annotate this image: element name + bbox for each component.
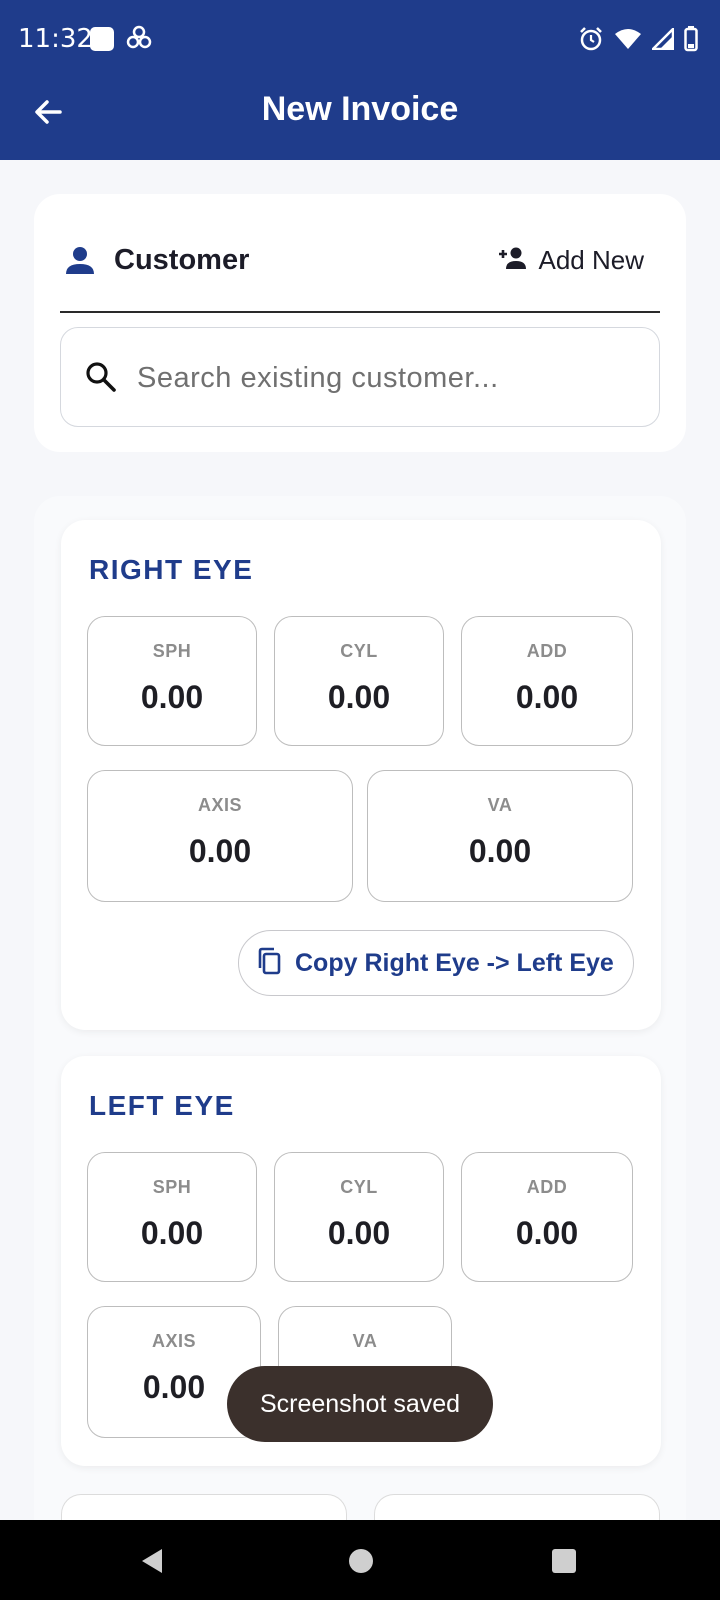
field-label: CYL: [340, 1177, 378, 1197]
field-label: VA: [487, 795, 513, 815]
copy-label: Copy Right Eye -> Left Eye: [295, 948, 614, 977]
nav-recents-icon[interactable]: [552, 1549, 576, 1573]
customer-title: Customer: [114, 244, 250, 276]
notification-icon: [90, 27, 114, 51]
customer-search-box[interactable]: [60, 327, 660, 427]
pinwheel-icon: [125, 24, 153, 57]
right-sph-field[interactable]: SPH 0.00: [87, 616, 257, 746]
status-time: 11:32: [18, 24, 93, 54]
nav-back-icon[interactable]: [140, 1548, 164, 1579]
field-value: 0.00: [327, 1215, 391, 1251]
field-label: AXIS: [151, 1331, 196, 1351]
wifi-icon: [614, 27, 642, 56]
field-label: CYL: [340, 641, 378, 661]
right-va-field[interactable]: VA 0.00: [367, 770, 633, 902]
add-new-label: Add New: [538, 244, 645, 275]
app-header: 11:32 New Invoice: [0, 0, 720, 160]
battery-icon: [684, 26, 698, 57]
search-icon: [85, 361, 117, 398]
right-eye-card: RIGHT EYE SPH 0.00 CYL 0.00 ADD 0.00 AXI…: [61, 520, 661, 1030]
status-icons: [578, 25, 698, 57]
field-label: SPH: [152, 641, 192, 661]
page-title: New Invoice: [261, 90, 459, 128]
alarm-icon: [578, 26, 604, 57]
field-value: 0.00: [468, 833, 532, 869]
add-new-customer-button[interactable]: Add New: [497, 240, 645, 280]
field-label: AXIS: [197, 795, 242, 815]
field-value: 0.00: [140, 1215, 204, 1251]
field-label: ADD: [526, 1177, 568, 1197]
copy-icon: [257, 947, 283, 980]
field-label: VA: [352, 1331, 378, 1351]
field-label: ADD: [526, 641, 568, 661]
left-cyl-field[interactable]: CYL 0.00: [274, 1152, 444, 1282]
divider: [60, 311, 660, 313]
copy-right-to-left-button[interactable]: Copy Right Eye -> Left Eye: [238, 930, 634, 996]
field-value: 0.00: [515, 1215, 579, 1251]
field-value: 0.00: [140, 679, 204, 715]
status-bar: 11:32: [0, 0, 720, 78]
field-value: 0.00: [515, 679, 579, 715]
right-cyl-field[interactable]: CYL 0.00: [274, 616, 444, 746]
right-eye-title: RIGHT EYE: [89, 554, 254, 585]
system-nav-bar: [0, 1520, 720, 1600]
toast-message: Screenshot saved: [227, 1366, 493, 1442]
customer-search-input[interactable]: [137, 356, 637, 400]
nav-home-icon[interactable]: [349, 1549, 373, 1573]
right-add-field[interactable]: ADD 0.00: [461, 616, 633, 746]
left-add-field[interactable]: ADD 0.00: [461, 1152, 633, 1282]
person-add-icon: [497, 246, 527, 275]
right-axis-field[interactable]: AXIS 0.00: [87, 770, 353, 902]
field-value: 0.00: [327, 679, 391, 715]
field-label: SPH: [152, 1177, 192, 1197]
field-value: 0.00: [188, 833, 252, 869]
person-icon: [64, 244, 96, 281]
left-eye-title: LEFT EYE: [89, 1090, 235, 1121]
signal-icon: [649, 25, 675, 55]
left-sph-field[interactable]: SPH 0.00: [87, 1152, 257, 1282]
customer-card: Customer Add New: [34, 194, 686, 452]
